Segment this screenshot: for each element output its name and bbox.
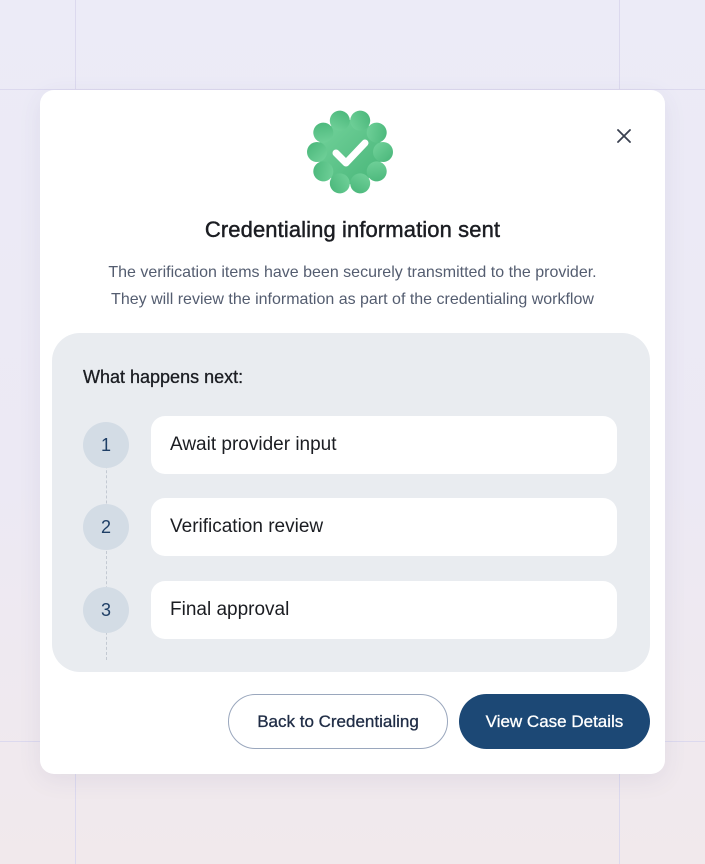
- step-number-2: 2: [83, 504, 129, 550]
- step-label: Final approval: [170, 599, 290, 620]
- dialog-description: The verification items have been securel…: [40, 259, 665, 313]
- step-label: Await provider input: [170, 434, 337, 455]
- back-to-credentialing-button[interactable]: Back to Credentialing: [228, 694, 448, 749]
- step-card-final-approval: Final approval: [151, 581, 617, 639]
- step-card-await-provider-input: Await provider input: [151, 416, 617, 474]
- view-case-details-button[interactable]: View Case Details: [459, 694, 650, 749]
- step-number-3: 3: [83, 587, 129, 633]
- step-number-1: 1: [83, 422, 129, 468]
- description-line: They will review the information as part…: [111, 291, 594, 308]
- verified-badge-icon: [307, 110, 393, 194]
- next-steps-heading: What happens next:: [83, 367, 244, 387]
- close-icon: [617, 129, 631, 143]
- description-line: The verification items have been securel…: [108, 264, 597, 281]
- next-steps-panel: What happens next: 1 Await provider inpu…: [52, 333, 650, 672]
- close-button[interactable]: [614, 126, 634, 146]
- dialog-title: Credentialing information sent: [204, 217, 501, 242]
- confirmation-dialog: Credentialing information sent The verif…: [40, 90, 665, 774]
- step-label: Verification review: [170, 516, 324, 537]
- step-card-verification-review: Verification review: [151, 498, 617, 556]
